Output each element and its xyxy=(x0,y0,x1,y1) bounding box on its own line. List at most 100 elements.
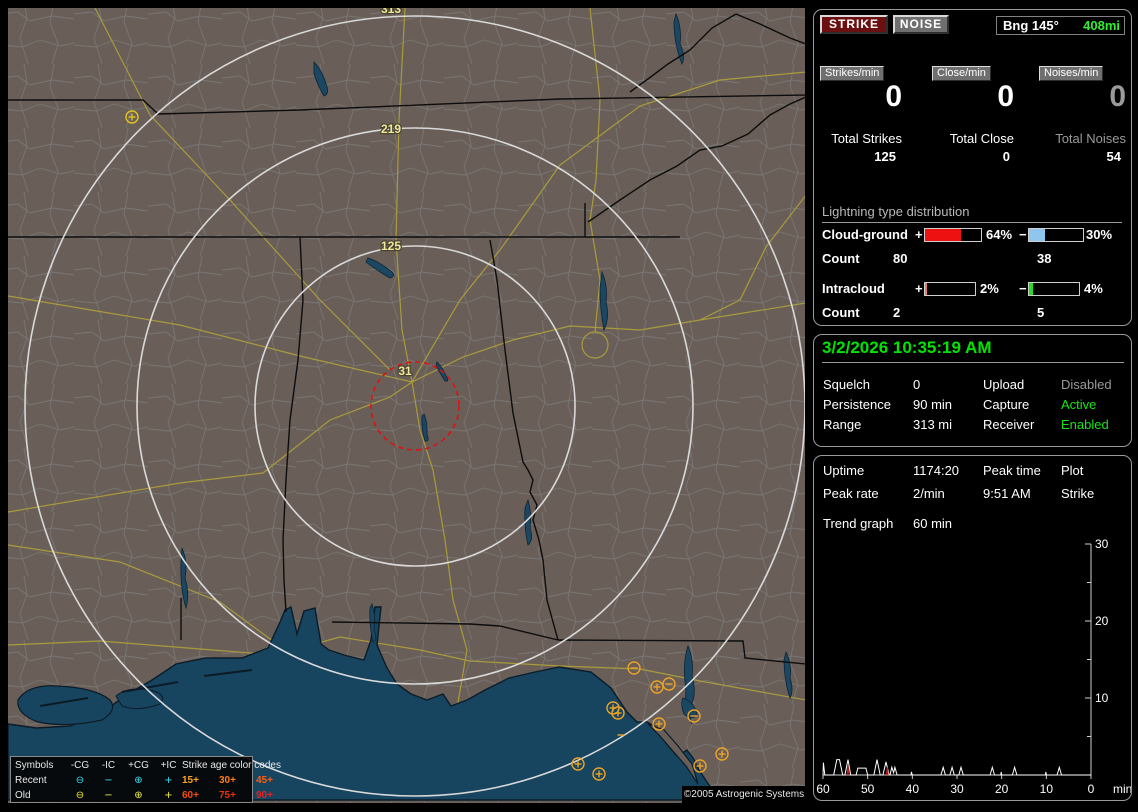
cloud-ground-label: Cloud-ground xyxy=(822,227,908,242)
svg-text:0: 0 xyxy=(1088,782,1095,796)
legend-old-label: Old xyxy=(15,790,31,801)
intracloud-row: Intracloud + 2% − 4% xyxy=(814,281,1133,296)
map-canvas: 31 125 219 313 xyxy=(8,8,805,803)
minus-sign: − xyxy=(1019,227,1027,242)
capture-status: Active xyxy=(1061,397,1097,412)
session-panel: Uptime 1174:20 Peak time Plot Peak rate … xyxy=(813,455,1132,801)
trend-graph: 60 50 40 30 20 10 0 min 10 20 30 xyxy=(816,537,1131,796)
persistence-label: Persistence xyxy=(823,397,891,412)
ring-label-219: 219 xyxy=(381,122,401,136)
age-90: 90+ xyxy=(256,790,273,801)
age-60: 60+ xyxy=(182,790,199,801)
series-close-strikes-a xyxy=(846,765,850,776)
legend-recent-label: Recent xyxy=(15,775,47,786)
ic-negative-bar xyxy=(1028,282,1080,296)
legend-col-neg-ic: -IC xyxy=(101,760,116,771)
cg-positive-bar xyxy=(924,228,982,242)
legend-col-pos-cg: +CG xyxy=(128,760,149,771)
noises-rate-value: 0 xyxy=(1109,80,1126,113)
upload-status: Disabled xyxy=(1061,377,1112,392)
capture-label: Capture xyxy=(983,397,1030,412)
cloud-ground-row: Cloud-ground + 64% − 30% xyxy=(814,227,1133,242)
age-45: 45+ xyxy=(256,775,273,786)
status-row: Persistence 90 min Capture Active xyxy=(814,395,1133,415)
series-strikes-per-min xyxy=(822,759,1091,776)
legend-header-row: Symbols -CG -IC +CG +IC Strike age color… xyxy=(15,758,281,773)
svg-text:20: 20 xyxy=(1095,614,1109,628)
strikes-rate-value: 0 xyxy=(885,80,902,113)
trend-axes xyxy=(822,543,1092,779)
range-label: Range xyxy=(823,417,862,432)
close-rate-value: 0 xyxy=(997,80,1014,113)
status-panel: 3/2/2026 10:35:19 AM Squelch 0 Upload Di… xyxy=(813,334,1132,447)
status-row: Range 313 mi Receiver Enabled xyxy=(814,415,1133,435)
svg-text:40: 40 xyxy=(906,782,920,796)
noises-per-min-badge: Noises/min xyxy=(1039,66,1104,81)
map-legend: Symbols -CG -IC +CG +IC Strike age color… xyxy=(10,756,281,803)
legend-recent-row: Recent ⊖ − ⊕ + 15+ 30+ 45+ xyxy=(15,773,273,788)
svg-text:10: 10 xyxy=(1095,691,1109,705)
svg-text:10: 10 xyxy=(1040,782,1054,796)
age-75: 75+ xyxy=(219,790,236,801)
cg-positive-pct: 64% xyxy=(986,227,1013,242)
total-strikes-value: 125 xyxy=(874,149,896,164)
svg-text:30: 30 xyxy=(1095,537,1109,551)
age-15: 15+ xyxy=(182,775,199,786)
ring-label-31: 31 xyxy=(398,364,412,378)
cg-negative-count: 38 xyxy=(1037,251,1052,266)
svg-text:60: 60 xyxy=(816,782,830,796)
strike-toggle-button[interactable]: STRIKE xyxy=(820,15,888,34)
svg-text:min: min xyxy=(1113,782,1131,796)
old-neg-ic-icon: − xyxy=(104,790,113,801)
ic-positive-count: 2 xyxy=(893,305,901,320)
trend-series-lines xyxy=(822,759,1091,776)
receiver-label: Receiver xyxy=(983,417,1035,432)
total-noises-value: 54 xyxy=(1106,149,1121,164)
recent-pos-cg-icon: ⊕ xyxy=(134,775,143,786)
cg-positive-count: 80 xyxy=(893,251,908,266)
lightning-map[interactable]: 31 125 219 313 Symbols -CG -IC +CG +IC Stri… xyxy=(8,8,806,803)
count-label: Count xyxy=(822,251,860,266)
counters-panel: STRIKE NOISE Bng 145° 408mi Strikes/min … xyxy=(813,9,1132,326)
noise-toggle-button[interactable]: NOISE xyxy=(893,15,949,34)
ring-label-313: 313 xyxy=(381,8,401,16)
receiver-status: Enabled xyxy=(1061,417,1109,432)
strikes-column: Strikes/min 0 xyxy=(820,64,902,113)
old-neg-cg-icon: ⊖ xyxy=(75,790,85,801)
legend-col-neg-cg: -CG xyxy=(70,760,90,771)
total-strikes-label: Total Strikes xyxy=(831,131,902,146)
squelch-label: Squelch xyxy=(823,377,870,392)
recent-pos-ic-icon: + xyxy=(164,775,173,786)
total-close-value: 0 xyxy=(1002,149,1010,164)
persistence-value: 90 min xyxy=(913,397,953,412)
legend-col-pos-ic: +IC xyxy=(160,760,177,771)
ic-negative-pct: 4% xyxy=(1084,281,1103,296)
age-30: 30+ xyxy=(219,775,236,786)
total-noises-label: Total Noises xyxy=(1055,131,1126,146)
datetime-display: 3/2/2026 10:35:19 AM xyxy=(822,338,1124,363)
svg-text:20: 20 xyxy=(995,782,1009,796)
recent-neg-cg-icon: ⊖ xyxy=(75,775,85,786)
bearing-readout: Bng 145° 408mi xyxy=(996,16,1125,35)
old-pos-cg-icon: ⊕ xyxy=(134,790,143,801)
count-label: Count xyxy=(822,305,860,320)
bearing-value: Bng 145° xyxy=(1003,18,1059,33)
legend-symbols-title: Symbols xyxy=(15,760,54,771)
squelch-value: 0 xyxy=(913,377,921,392)
close-column: Close/min 0 xyxy=(932,64,1014,113)
plus-sign: + xyxy=(915,281,923,296)
svg-text:30: 30 xyxy=(950,782,964,796)
cg-count-row: Count 80 38 xyxy=(814,251,1133,266)
ic-positive-pct: 2% xyxy=(980,281,999,296)
cg-negative-bar xyxy=(1028,228,1084,242)
total-close-label: Total Close xyxy=(949,131,1014,146)
trend-tick-labels: 60 50 40 30 20 10 0 min 10 20 30 xyxy=(816,537,1131,796)
ic-count-row: Count 2 5 xyxy=(814,305,1133,320)
intracloud-label: Intracloud xyxy=(822,281,885,296)
ic-negative-count: 5 xyxy=(1037,305,1045,320)
strikes-per-min-badge: Strikes/min xyxy=(820,66,885,81)
series-close-strikes-b xyxy=(885,767,889,776)
legend-age-title: Strike age color codes xyxy=(182,760,281,771)
plus-sign: + xyxy=(915,227,923,242)
copyright-label: ©2005 Astrogenic Systems xyxy=(682,786,806,803)
